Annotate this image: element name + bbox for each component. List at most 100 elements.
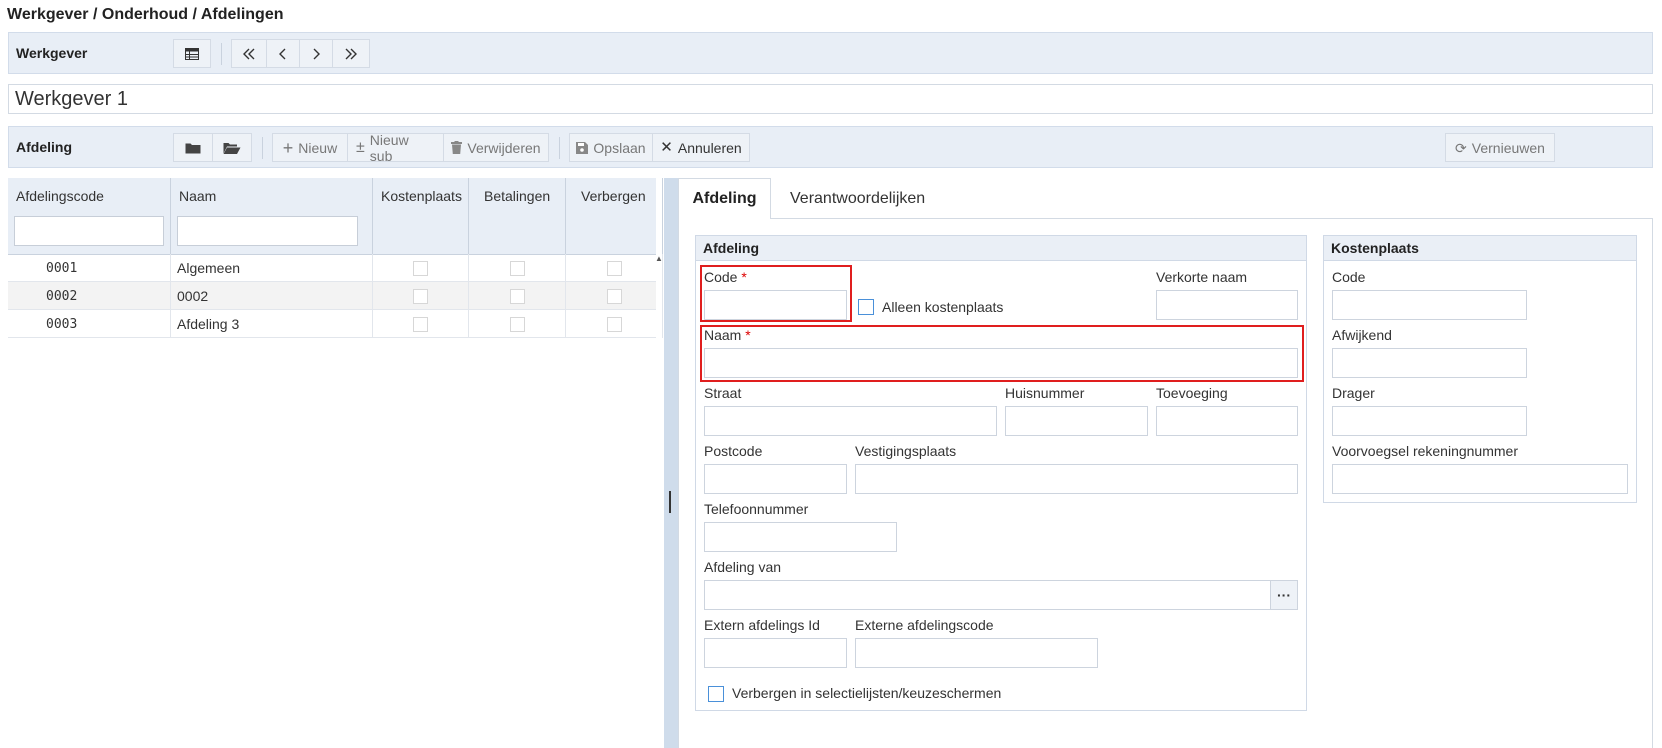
trash-icon (451, 141, 463, 154)
new-button-label: Nieuw (298, 139, 338, 156)
save-icon (576, 141, 589, 154)
werkgever-toolbar: Werkgever (8, 32, 1653, 74)
toevoeging-input[interactable] (1156, 406, 1298, 436)
toevoeging-label: Toevoeging (1156, 385, 1228, 401)
vestigingsplaats-input[interactable] (855, 464, 1298, 494)
panel-splitter[interactable] (664, 178, 678, 748)
plus-minus-icon: ± (356, 138, 365, 156)
cell-kostenplaats (373, 282, 469, 310)
afdeling-toolbar-title: Afdeling (16, 139, 72, 155)
checkbox[interactable] (509, 316, 525, 332)
afdeling-van-lookup-button[interactable]: ··· (1270, 580, 1298, 610)
huisnummer-label: Huisnummer (1005, 385, 1085, 401)
afdeling-fieldset-title: Afdeling (696, 236, 1306, 261)
verbergen-label: Verbergen in selectielijsten/keuzescherm… (732, 685, 1002, 701)
filter-naam-input[interactable] (177, 216, 358, 246)
folder-open-icon (223, 142, 241, 154)
new-button[interactable]: + Nieuw (272, 133, 348, 162)
extern-id-input[interactable] (704, 638, 847, 668)
toolbar-separator (221, 43, 222, 65)
alleen-kostenplaats-checkbox[interactable] (858, 299, 874, 315)
cell-verbergen (566, 282, 663, 310)
previous-record-button[interactable] (266, 39, 300, 68)
filter-afdelingscode-input[interactable] (14, 216, 164, 246)
column-header-label[interactable]: Betalingen (484, 188, 550, 204)
afdeling-van-label: Afdeling van (704, 559, 782, 575)
huisnummer-input[interactable] (1005, 406, 1148, 436)
straat-input[interactable] (704, 406, 997, 436)
telefoonnummer-label: Telefoonnummer (704, 501, 809, 517)
column-betalingen: Betalingen (469, 178, 566, 255)
delete-button[interactable]: Verwijderen (443, 133, 549, 162)
save-button-label: Opslaan (593, 139, 646, 156)
postcode-input[interactable] (704, 464, 847, 494)
column-header-label[interactable]: Naam (179, 188, 216, 204)
afdeling-toolbar: Afdeling + Nieuw ± Nieuw sub Verwijderen… (8, 126, 1653, 168)
folder-open-button[interactable] (212, 133, 252, 162)
verbergen-checkbox[interactable] (708, 686, 724, 702)
save-button[interactable]: Opslaan (569, 133, 653, 162)
alleen-kostenplaats-label: Alleen kostenplaats (882, 299, 1004, 315)
verkorte-naam-input[interactable] (1156, 290, 1298, 320)
checkbox[interactable] (413, 260, 428, 276)
checkbox[interactable] (606, 288, 622, 304)
cell-afdelingscode: 0001 (8, 254, 171, 282)
column-header-label[interactable]: Kostenplaats (381, 188, 462, 204)
splitter-handle[interactable] (669, 491, 671, 513)
last-record-button[interactable] (332, 39, 370, 68)
voorvoegsel-input[interactable] (1332, 464, 1628, 494)
kp-code-input[interactable] (1332, 290, 1527, 320)
next-record-button[interactable] (299, 39, 333, 68)
afwijkend-input[interactable] (1332, 348, 1527, 378)
cell-naam: 0002 (171, 282, 373, 310)
code-error-highlight (700, 265, 852, 322)
first-record-button[interactable] (231, 39, 267, 68)
column-header-label[interactable]: Afdelingscode (16, 188, 104, 204)
cell-afdelingscode: 0002 (8, 282, 171, 310)
cell-kostenplaats (373, 254, 469, 282)
column-verbergen: Verbergen (566, 178, 663, 255)
checkbox[interactable] (606, 260, 622, 276)
table-row[interactable]: 0001 Algemeen (8, 254, 663, 282)
column-afdelingscode: Afdelingscode (8, 178, 171, 255)
close-icon: ✕ (660, 138, 673, 156)
new-sub-button-label: Nieuw sub (369, 131, 409, 164)
checkbox[interactable] (509, 288, 525, 304)
refresh-button[interactable]: ⟳ Vernieuwen (1445, 133, 1555, 162)
cancel-button-label: Annuleren (677, 139, 742, 156)
list-view-button[interactable] (173, 39, 211, 68)
drager-label: Drager (1332, 385, 1375, 401)
toolbar-separator (262, 137, 263, 159)
cell-afdelingscode: 0003 (8, 310, 171, 338)
double-chevron-left-icon (242, 48, 256, 60)
drager-input[interactable] (1332, 406, 1527, 436)
cell-verbergen (566, 310, 663, 338)
column-header-label[interactable]: Verbergen (581, 188, 646, 204)
new-sub-button[interactable]: ± Nieuw sub (347, 131, 444, 164)
toolbar-separator (559, 137, 560, 159)
afwijkend-label: Afwijkend (1332, 327, 1392, 343)
delete-button-label: Verwijderen (467, 139, 541, 156)
cell-naam: Afdeling 3 (171, 310, 373, 338)
vestigingsplaats-label: Vestigingsplaats (855, 443, 957, 459)
cancel-button[interactable]: ✕ Annuleren (652, 133, 750, 162)
tab-verantwoordelijken[interactable]: Verantwoordelijken (778, 178, 937, 219)
table-row[interactable]: 0003 Afdeling 3 (8, 310, 663, 338)
telefoonnummer-input[interactable] (704, 522, 897, 552)
folder-button[interactable] (173, 133, 213, 162)
table-icon (185, 47, 199, 60)
kostenplaats-fieldset-title: Kostenplaats (1324, 236, 1636, 261)
checkbox[interactable] (413, 288, 428, 304)
cell-naam: Algemeen (171, 254, 373, 282)
cell-verbergen (566, 254, 663, 282)
checkbox[interactable] (413, 316, 428, 332)
afdeling-van-input[interactable] (704, 580, 1271, 610)
table-row[interactable]: 0002 0002 (8, 282, 663, 310)
extern-id-label: Extern afdelings Id (704, 617, 820, 633)
externe-code-input[interactable] (855, 638, 1098, 668)
checkbox[interactable] (606, 316, 622, 332)
checkbox[interactable] (509, 260, 525, 276)
straat-label: Straat (704, 385, 742, 401)
voorvoegsel-label: Voorvoegsel rekeningnummer (1332, 443, 1518, 459)
tab-afdeling[interactable]: Afdeling (678, 178, 771, 219)
